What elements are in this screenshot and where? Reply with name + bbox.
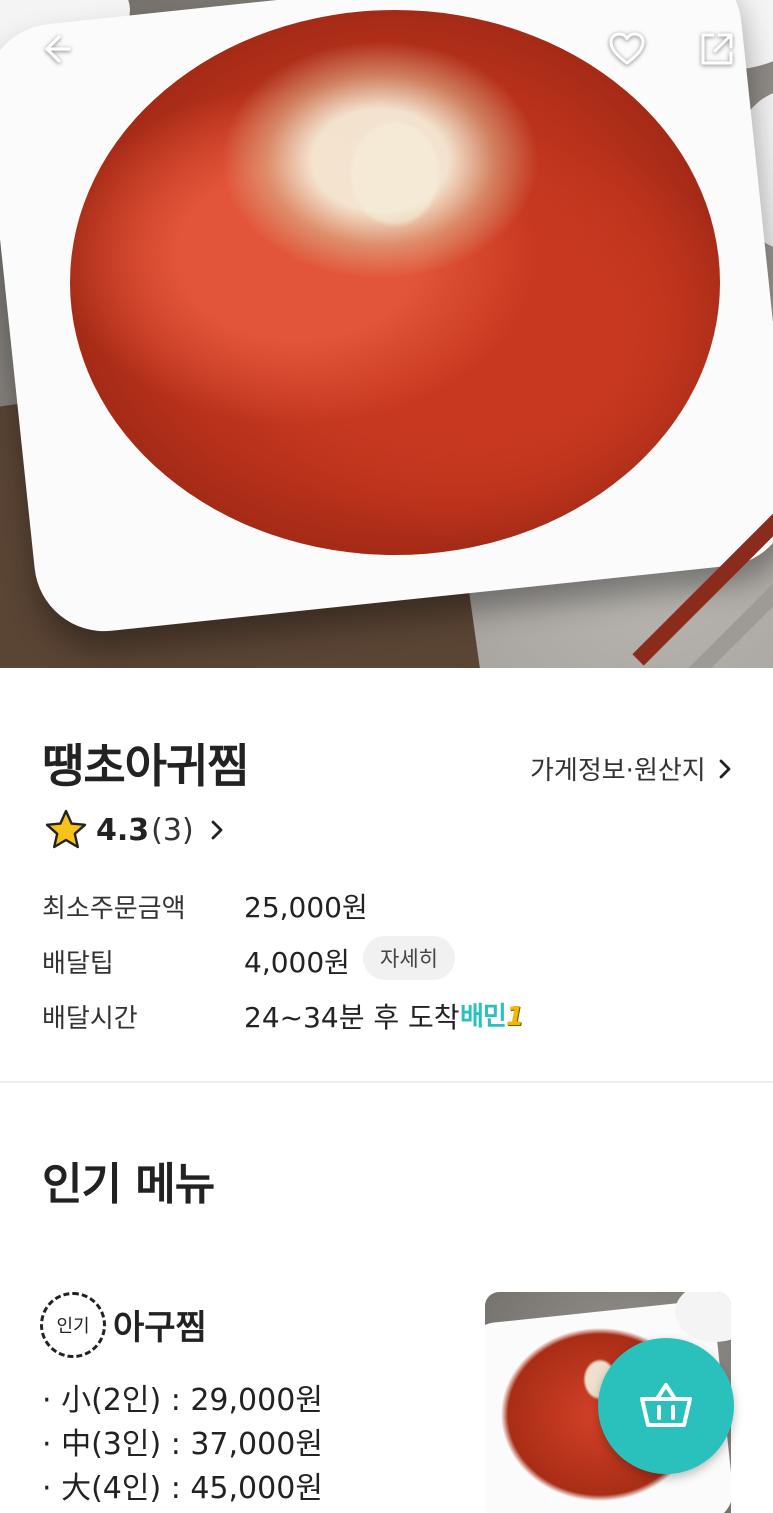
delivery-tip-detail-button[interactable]: 자세히 — [363, 936, 455, 980]
share-button[interactable] — [692, 24, 742, 74]
menu-option-medium: · 中(3인) : 37,000원 — [42, 1427, 323, 1462]
store-info-link-label: 가게정보·원산지 — [530, 756, 706, 786]
rating-value: 4.3 — [96, 812, 150, 848]
arrow-left-icon — [45, 35, 71, 63]
store-hero-image — [0, 0, 773, 668]
store-info-origin-link[interactable]: 가게정보·원산지 — [530, 750, 736, 787]
popular-badge: 인기 — [40, 1292, 106, 1358]
menu-option-small: · 小(2인) : 29,000원 — [42, 1383, 323, 1418]
popular-menu-title: 인기 메뉴 — [42, 1159, 215, 1210]
menu-option-large: · 大(4인) : 45,000원 — [42, 1471, 323, 1506]
delivery-tip-value: 4,000원 — [244, 946, 350, 979]
delivery-time-value: 24~34분 후 도착 — [244, 1001, 460, 1034]
baemin-one-badge: 배민1 — [460, 996, 524, 1033]
chevron-right-icon — [719, 759, 731, 778]
min-order-label: 최소주문금액 — [42, 894, 186, 924]
cart-button[interactable] — [598, 1338, 734, 1474]
delivery-tip-label: 배달팁 — [42, 949, 114, 979]
shopping-basket-icon — [640, 1383, 692, 1427]
min-order-value: 25,000원 — [244, 891, 368, 924]
baemin-one-badge-number: 1 — [505, 1002, 524, 1032]
share-external-icon — [701, 33, 733, 65]
delivery-time-label: 배달시간 — [42, 1004, 138, 1034]
menu-item-name[interactable]: 아구찜 — [113, 1300, 207, 1349]
store-name: 땡초아귀찜 — [42, 739, 250, 793]
heart-outline-icon — [609, 32, 645, 65]
chevron-right-icon — [211, 820, 223, 840]
baemin-one-badge-text: 배민 — [460, 1002, 507, 1032]
back-button[interactable] — [30, 24, 80, 74]
popular-badge-label: 인기 — [56, 1316, 90, 1337]
favorite-button[interactable] — [602, 24, 652, 74]
star-icon — [45, 809, 87, 849]
review-count: (3) — [151, 812, 194, 848]
rating-link[interactable]: 4.3 (3) — [44, 808, 228, 852]
section-divider — [0, 1081, 773, 1083]
